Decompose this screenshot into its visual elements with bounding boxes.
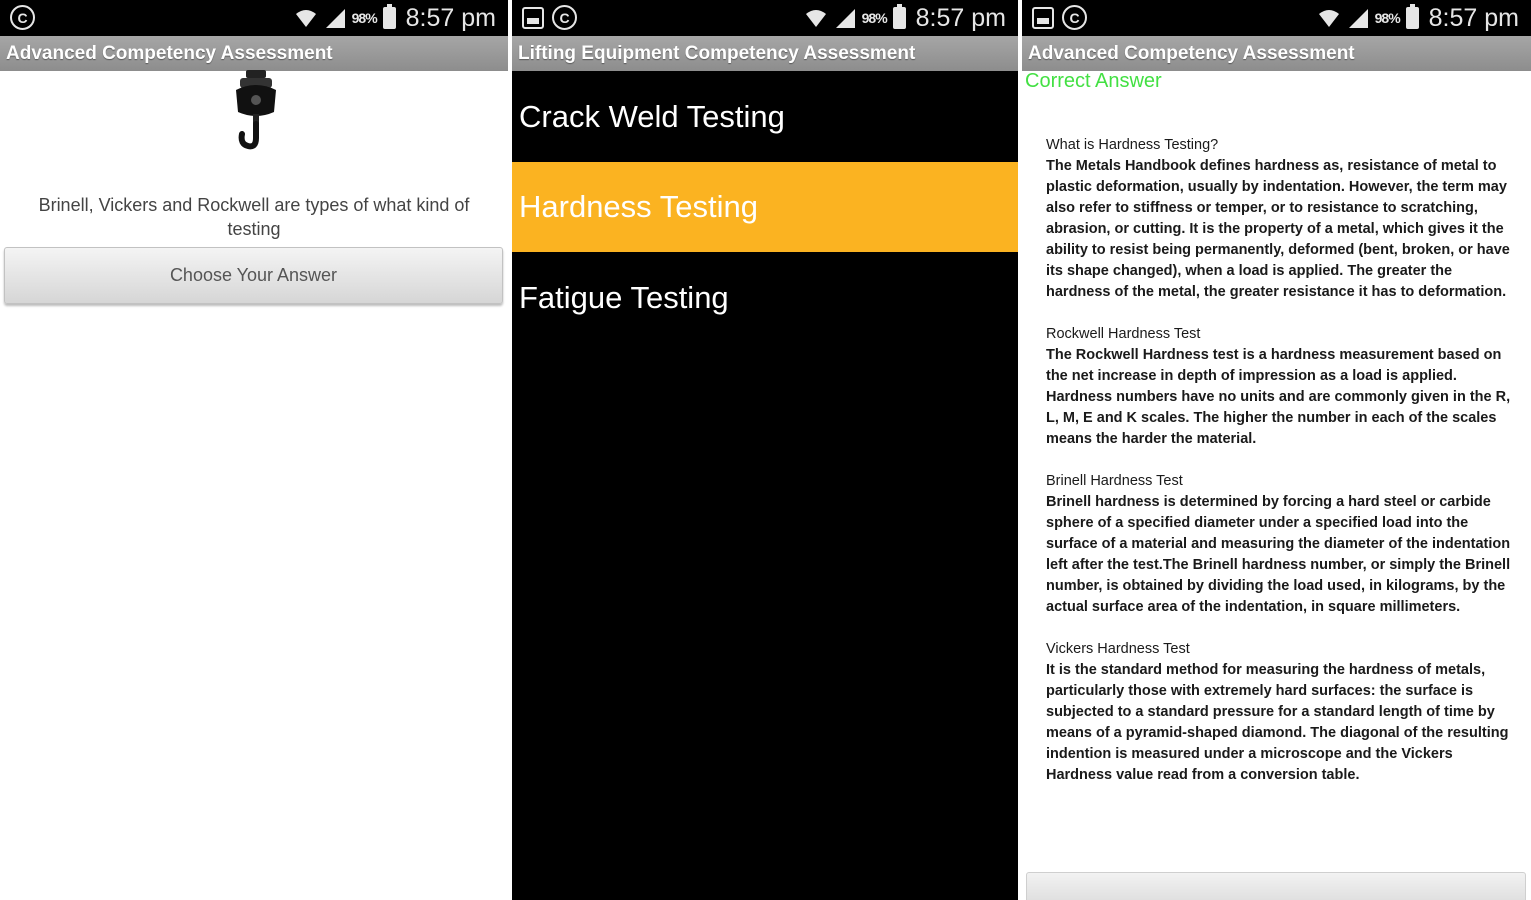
choose-answer-button[interactable]: Choose Your Answer xyxy=(4,247,503,304)
signal-icon xyxy=(1348,9,1368,28)
result-label: Correct Answer xyxy=(1025,70,1162,92)
section-rockwell: Rockwell Hardness Test The Rockwell Hard… xyxy=(1046,324,1516,450)
app-title: Advanced Competency Assessment xyxy=(1022,36,1531,71)
copyright-icon: C xyxy=(552,5,577,30)
section-body: It is the standard method for measuring … xyxy=(1046,662,1509,783)
section-what-is-hardness: What is Hardness Testing? The Metals Han… xyxy=(1046,135,1516,303)
battery-percent: 98% xyxy=(351,10,378,26)
option-fatigue-testing[interactable]: Fatigue Testing xyxy=(512,253,1018,343)
battery-icon xyxy=(1405,4,1419,29)
option-crack-weld-testing[interactable]: Crack Weld Testing xyxy=(512,72,1018,162)
wifi-icon xyxy=(1318,10,1339,27)
wifi-icon xyxy=(295,10,316,27)
next-question-button[interactable] xyxy=(1026,872,1526,900)
section-vickers: Vickers Hardness Test It is the standard… xyxy=(1046,639,1516,786)
battery-percent: 98% xyxy=(861,10,888,26)
section-heading: Brinell Hardness Test xyxy=(1046,473,1183,489)
clock: 8:57 pm xyxy=(405,3,496,32)
battery-percent: 98% xyxy=(1374,10,1401,26)
gallery-icon xyxy=(522,6,544,29)
copyright-icon: C xyxy=(1062,5,1087,30)
clock: 8:57 pm xyxy=(1428,3,1519,32)
clock: 8:57 pm xyxy=(915,3,1006,32)
battery-icon xyxy=(892,4,906,29)
signal-icon xyxy=(325,9,345,28)
options-screen: C 98% 8:57 pm Lifting Equipment Competen… xyxy=(512,0,1018,900)
wifi-icon xyxy=(805,10,826,27)
app-title: Advanced Competency Assessment xyxy=(0,36,508,71)
crane-hook-icon xyxy=(236,70,276,150)
answer-screen: C 98% 8:57 pm Advanced Competency Assess… xyxy=(1022,0,1531,900)
battery-icon xyxy=(382,4,396,29)
section-body: The Rockwell Hardness test is a hardness… xyxy=(1046,347,1511,447)
section-brinell: Brinell Hardness Test Brinell hardness i… xyxy=(1046,471,1516,618)
section-body: The Metals Handbook defines hardness as,… xyxy=(1046,158,1510,300)
status-bar: C 98% 8:57 pm xyxy=(1022,0,1531,36)
section-body: Brinell hardness is determined by forcin… xyxy=(1046,494,1511,615)
app-title: Lifting Equipment Competency Assessment xyxy=(512,36,1018,71)
question-text: Brinell, Vickers and Rockwell are types … xyxy=(38,195,470,239)
section-heading: Vickers Hardness Test xyxy=(1046,641,1190,657)
status-bar: C 98% 8:57 pm xyxy=(0,0,508,36)
question-screen: C 98% 8:57 pm Advanced Competency Assess… xyxy=(0,0,508,900)
option-hardness-testing[interactable]: Hardness Testing xyxy=(512,162,1018,252)
status-bar: C 98% 8:57 pm xyxy=(512,0,1018,36)
signal-icon xyxy=(835,9,855,28)
gallery-icon xyxy=(1032,6,1054,29)
section-heading: Rockwell Hardness Test xyxy=(1046,326,1201,342)
section-heading: What is Hardness Testing? xyxy=(1046,137,1219,153)
answer-explanation: What is Hardness Testing? The Metals Han… xyxy=(1046,135,1516,807)
copyright-icon: C xyxy=(10,5,35,30)
